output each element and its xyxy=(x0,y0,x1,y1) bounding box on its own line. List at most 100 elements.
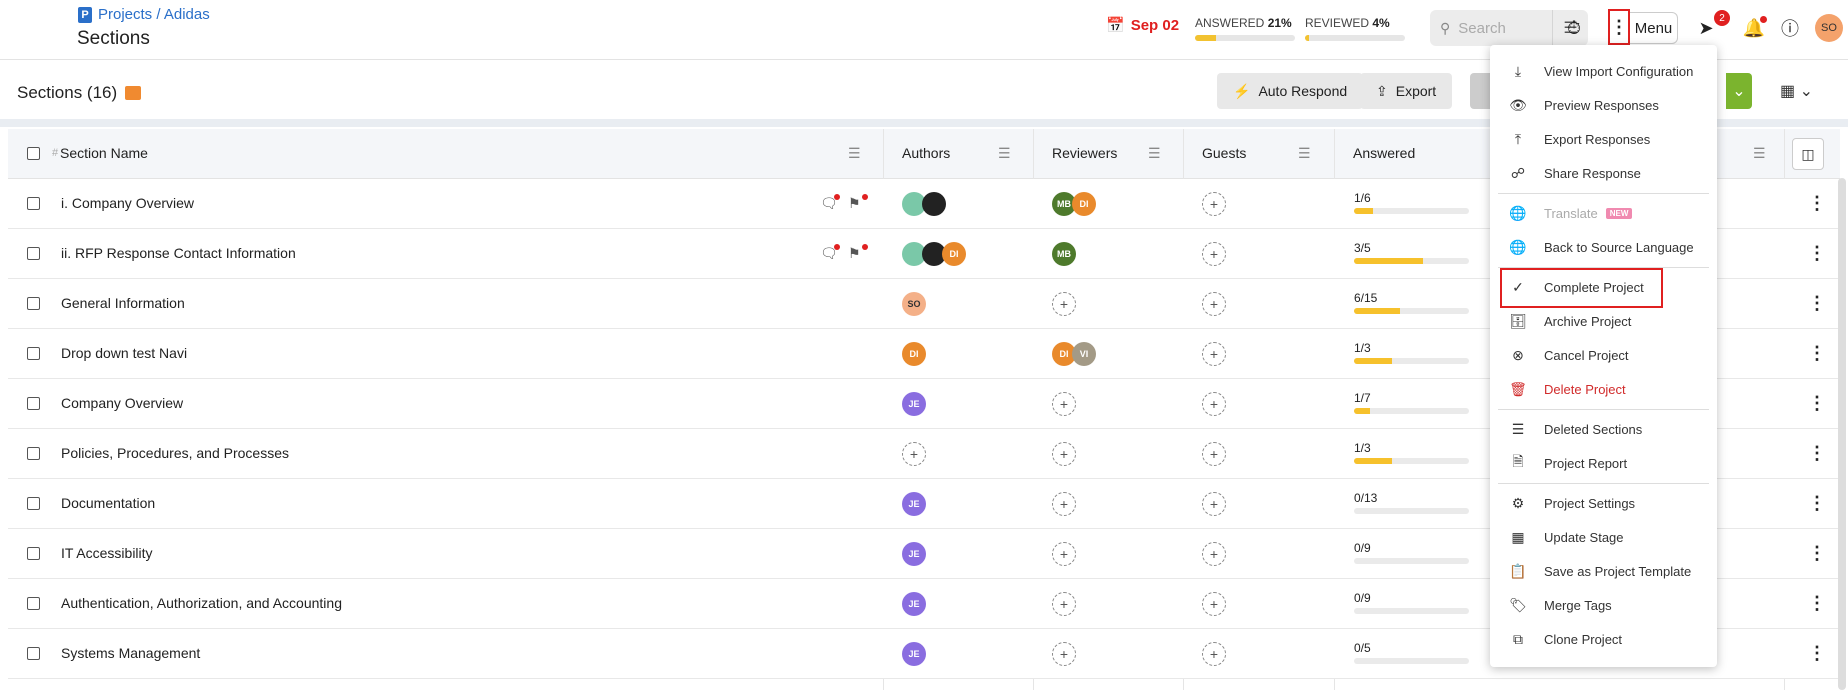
columns-toggle-icon[interactable]: ◫ xyxy=(1792,138,1824,170)
author-avatar[interactable]: DI xyxy=(902,342,926,366)
chart-icon[interactable] xyxy=(125,86,142,100)
menu-item-save-as-project-template[interactable]: 📋 Save as Project Template xyxy=(1490,557,1717,585)
menu-item-view-import-configuration[interactable]: ⤓ View Import Configuration xyxy=(1490,57,1717,85)
add-guest-button[interactable]: + xyxy=(1202,192,1226,216)
add-guest-button[interactable]: + xyxy=(1202,542,1226,566)
author-avatar[interactable]: JE xyxy=(902,542,926,566)
filter-icon[interactable]: ☰ xyxy=(1298,145,1311,162)
row-options-icon[interactable]: ⋮ xyxy=(1808,543,1826,564)
section-name[interactable]: i. Company Overview xyxy=(61,195,194,211)
author-avatar[interactable]: DI xyxy=(942,242,966,266)
flag-icon[interactable]: ⚑ xyxy=(848,195,861,212)
row-options-icon[interactable]: ⋮ xyxy=(1808,493,1826,514)
add-guest-button[interactable]: + xyxy=(1202,492,1226,516)
add-reviewer-button[interactable]: + xyxy=(1052,442,1076,466)
section-name[interactable]: Systems Management xyxy=(61,645,200,661)
row-options-icon[interactable]: ⋮ xyxy=(1808,393,1826,414)
menu-button[interactable]: Menu xyxy=(1630,12,1678,44)
author-avatar[interactable]: SO xyxy=(902,292,926,316)
guests-header[interactable]: Guests xyxy=(1202,145,1246,161)
reviewers-header[interactable]: Reviewers xyxy=(1052,145,1117,161)
menu-item-delete-project[interactable]: 🗑 Delete Project xyxy=(1490,375,1717,403)
add-reviewer-button[interactable]: + xyxy=(1052,592,1076,616)
add-guest-button[interactable]: + xyxy=(1202,592,1226,616)
row-checkbox[interactable] xyxy=(27,297,40,310)
author-avatar[interactable]: JE xyxy=(902,642,926,666)
author-avatar[interactable]: JE xyxy=(902,592,926,616)
section-name[interactable]: General Information xyxy=(61,295,185,311)
menu-item-preview-responses[interactable]: 👁 Preview Responses xyxy=(1490,91,1717,119)
flag-icon[interactable]: ⚑ xyxy=(848,245,861,262)
add-guest-button[interactable]: + xyxy=(1202,342,1226,366)
menu-item-deleted-sections[interactable]: ☰ Deleted Sections xyxy=(1490,415,1717,443)
add-guest-button[interactable]: + xyxy=(1202,642,1226,666)
row-options-icon[interactable]: ⋮ xyxy=(1808,643,1826,664)
section-name[interactable]: ii. RFP Response Contact Information xyxy=(61,245,296,261)
reviewer-avatar[interactable]: DI xyxy=(1072,192,1096,216)
row-checkbox[interactable] xyxy=(27,547,40,560)
select-all-checkbox[interactable] xyxy=(27,147,40,160)
add-guest-button[interactable]: + xyxy=(1202,292,1226,316)
breadcrumb-text[interactable]: Projects / Adidas xyxy=(98,6,210,23)
add-reviewer-button[interactable]: + xyxy=(1052,292,1076,316)
help-icon[interactable]: ⓘ xyxy=(1776,14,1804,42)
authors-header[interactable]: Authors xyxy=(902,145,950,161)
row-checkbox[interactable] xyxy=(27,347,40,360)
row-options-icon[interactable]: ⋮ xyxy=(1808,343,1826,364)
search-input[interactable]: Search xyxy=(1458,20,1506,37)
row-options-icon[interactable]: ⋮ xyxy=(1808,293,1826,314)
add-reviewer-button[interactable]: + xyxy=(1052,392,1076,416)
add-guest-button[interactable]: + xyxy=(1202,392,1226,416)
breadcrumb[interactable]: P Projects / Adidas xyxy=(78,6,210,23)
row-options-icon[interactable]: ⋮ xyxy=(1808,193,1826,214)
filter-icon[interactable]: ☰ xyxy=(998,145,1011,162)
row-options-icon[interactable]: ⋮ xyxy=(1808,593,1826,614)
author-avatar[interactable]: JE xyxy=(902,392,926,416)
section-name[interactable]: Policies, Procedures, and Processes xyxy=(61,445,289,461)
due-date[interactable]: 📅 Sep 02 xyxy=(1106,16,1179,35)
row-checkbox[interactable] xyxy=(27,497,40,510)
add-reviewer-button[interactable]: + xyxy=(1052,642,1076,666)
filter-icon[interactable]: ☰ xyxy=(1148,145,1161,162)
menu-item-project-settings[interactable]: ⚙ Project Settings xyxy=(1490,489,1717,517)
table-scrollbar[interactable] xyxy=(1838,178,1846,690)
menu-item-merge-tags[interactable]: 🏷 Merge Tags xyxy=(1490,591,1717,619)
row-checkbox[interactable] xyxy=(27,247,40,260)
user-avatar[interactable]: SO xyxy=(1815,14,1843,42)
author-avatar-image[interactable] xyxy=(922,192,946,216)
menu-item-export-responses[interactable]: ⤒ Export Responses xyxy=(1490,125,1717,153)
row-checkbox[interactable] xyxy=(27,647,40,660)
reviewer-avatar[interactable]: VI xyxy=(1072,342,1096,366)
section-name[interactable]: Company Overview xyxy=(61,395,183,411)
add-reviewer-button[interactable]: + xyxy=(1052,542,1076,566)
row-checkbox[interactable] xyxy=(27,197,40,210)
layout-toggle-icon[interactable]: ▦ ⌄ xyxy=(1780,81,1813,101)
export-button[interactable]: ⇪ Export xyxy=(1360,73,1453,109)
add-reviewer-button[interactable]: + xyxy=(1052,492,1076,516)
menu-item-archive-project[interactable]: 🗄 Archive Project xyxy=(1490,307,1717,335)
menu-item-back-to-source-language[interactable]: 🌐 Back to Source Language xyxy=(1490,233,1717,261)
reviewer-avatar[interactable]: MB xyxy=(1052,242,1076,266)
menu-item-clone-project[interactable]: ⧉ Clone Project xyxy=(1490,625,1717,653)
row-options-icon[interactable]: ⋮ xyxy=(1808,243,1826,264)
row-checkbox[interactable] xyxy=(27,447,40,460)
add-guest-button[interactable]: + xyxy=(1202,442,1226,466)
row-checkbox[interactable] xyxy=(27,597,40,610)
row-checkbox[interactable] xyxy=(27,397,40,410)
answered-header[interactable]: Answered xyxy=(1353,145,1415,161)
author-avatar[interactable]: JE xyxy=(902,492,926,516)
filter-icon[interactable]: ☰ xyxy=(848,145,861,162)
row-options-icon[interactable]: ⋮ xyxy=(1808,443,1826,464)
primary-action-dropdown[interactable]: ⌄ xyxy=(1726,73,1752,109)
menu-item-cancel-project[interactable]: ⊗ Cancel Project xyxy=(1490,341,1717,369)
filter-icon[interactable]: ☰ xyxy=(1753,145,1766,162)
menu-item-update-stage[interactable]: ▦ Update Stage xyxy=(1490,523,1717,551)
section-name[interactable]: Authentication, Authorization, and Accou… xyxy=(61,595,342,611)
menu-item-project-report[interactable]: 🗎 Project Report xyxy=(1490,449,1717,477)
add-guest-button[interactable]: + xyxy=(1202,242,1226,266)
timer-icon[interactable]: ⏱ xyxy=(1560,14,1588,42)
auto-respond-button[interactable]: ⚡ Auto Respond xyxy=(1217,73,1364,109)
menu-item-share-response[interactable]: ☍ Share Response xyxy=(1490,159,1717,187)
more-options-button[interactable]: ⋮ xyxy=(1608,9,1630,45)
add-author-button[interactable]: + xyxy=(902,442,926,466)
